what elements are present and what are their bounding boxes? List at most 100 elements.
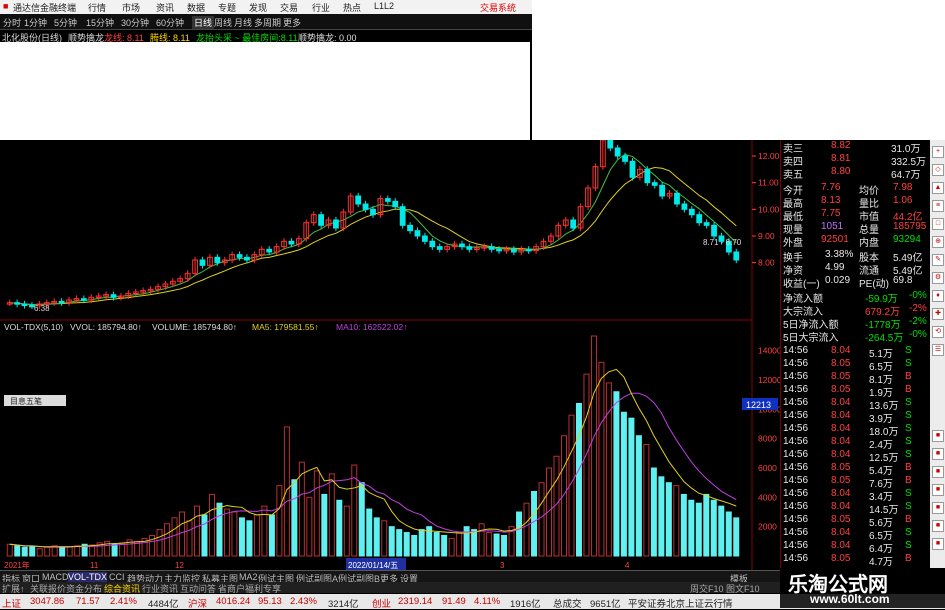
- side-tool-icon-7[interactable]: ✎: [932, 254, 944, 266]
- tick-side: S: [905, 501, 912, 512]
- flow-row: 5日大宗流入 -264.5万 -0%: [781, 329, 931, 344]
- candle-body: [614, 147, 621, 157]
- menu-item-discover[interactable]: 发现: [249, 1, 267, 14]
- menu-item-trade[interactable]: 交易: [280, 1, 298, 14]
- candle-body: [436, 246, 443, 250]
- tick-side: S: [905, 436, 912, 447]
- index-cy-amount: 1916亿: [510, 599, 541, 610]
- trade-login-link[interactable]: 交易系统: [480, 1, 516, 14]
- candle-body: [459, 243, 465, 248]
- menu-item-industry[interactable]: 行业: [312, 1, 330, 14]
- tab-cci[interactable]: CCI: [109, 572, 125, 582]
- menu-item-topics[interactable]: 专题: [218, 1, 236, 14]
- period-tab-60min[interactable]: 60分钟: [156, 16, 184, 29]
- tick-row: 14:56 8.04 6.5万 S: [781, 527, 931, 542]
- blank-region-left: [0, 42, 530, 140]
- side-tool-icon-1[interactable]: +: [932, 146, 944, 158]
- volume-bar: [358, 482, 365, 557]
- menu-item-news[interactable]: 资讯: [156, 1, 174, 14]
- volume-value: VOLUME: 185794.80↑: [152, 322, 237, 332]
- side-tab-icon-6[interactable]: ■: [932, 520, 944, 532]
- volume-bar: [111, 543, 118, 557]
- candle-body: [510, 248, 517, 253]
- candle-body: [711, 224, 717, 237]
- period-tab-1min[interactable]: 1分钟: [24, 16, 47, 29]
- tick-row: 14:56 8.05 5.4万 B: [781, 462, 931, 477]
- period-tab-daily[interactable]: 日线: [192, 16, 215, 29]
- period-tab-weekly[interactable]: 周线: [214, 16, 232, 29]
- tick-price: 8.05: [831, 553, 851, 564]
- menu-item-hot[interactable]: 热点: [343, 1, 361, 14]
- volume-bar: [336, 499, 343, 557]
- index-hs-name[interactable]: 沪深: [188, 596, 207, 610]
- tick-row: 14:56 8.04 2.4万 S: [781, 436, 931, 451]
- volume-bar: [268, 514, 275, 557]
- side-tool-icon-9[interactable]: ♦: [932, 290, 944, 302]
- period-tab-more[interactable]: 更多: [283, 16, 301, 29]
- date-cursor-label: 2022/01/14/五: [348, 561, 398, 570]
- side-tool-icon-8[interactable]: ⚙: [932, 272, 944, 284]
- side-tool-icon-4[interactable]: ≡: [932, 200, 944, 212]
- tick-price: 8.05: [831, 514, 851, 525]
- stat-row: 净资 4.99 流通 5.49亿: [781, 262, 931, 277]
- side-tab-icon-1[interactable]: ■: [932, 430, 944, 442]
- server-name[interactable]: 平安证券北京上证云行情: [628, 596, 733, 610]
- period-tab-monthly[interactable]: 月线: [234, 16, 252, 29]
- flow-label: 5日大宗流入: [783, 333, 839, 344]
- volume-bar: [635, 435, 642, 557]
- candle-body: [407, 224, 413, 232]
- ask-volume: 64.7万: [891, 170, 921, 181]
- menu-item-market[interactable]: 市场: [122, 1, 140, 14]
- candle-body: [362, 203, 369, 210]
- side-tool-icon-11[interactable]: ⟲: [932, 326, 944, 338]
- side-tool-icon-6[interactable]: ⊕: [932, 236, 944, 248]
- candle-body: [266, 248, 273, 253]
- side-tab-icon-4[interactable]: ■: [932, 484, 944, 496]
- stat-value: 7.75: [821, 208, 841, 219]
- stat-row: 换手 3.38% 股本 5.49亿: [781, 249, 931, 264]
- period-tab-30min[interactable]: 30分钟: [121, 16, 149, 29]
- menu-item-quotes[interactable]: 行情: [88, 1, 106, 14]
- side-tool-icon-5[interactable]: □: [932, 218, 944, 230]
- legend-tag[interactable]: 目息五笔: [10, 396, 42, 406]
- period-tab-5min[interactable]: 5分钟: [54, 16, 77, 29]
- stat-value: 1051: [821, 221, 844, 232]
- menu-item-data[interactable]: 数据: [187, 1, 205, 14]
- volume-bar: [620, 411, 627, 557]
- tick-volume: 4.7万: [869, 557, 893, 568]
- tick-side: S: [905, 540, 912, 551]
- side-tab-icon-7[interactable]: ■: [932, 538, 944, 550]
- tab-vol-tdx[interactable]: VOL-TDX: [68, 572, 108, 582]
- period-tab-multi[interactable]: 多周期: [254, 16, 281, 29]
- kline-chart[interactable]: 12.0011.0010.009.008.00 1400012000100008…: [0, 140, 780, 570]
- flow-row: 大宗流入 679.2万 -2%: [781, 303, 931, 318]
- side-tool-icon-12[interactable]: ☰: [932, 344, 944, 356]
- side-tab-icon-3[interactable]: ■: [932, 466, 944, 478]
- tab-ma2[interactable]: MA2: [239, 572, 258, 582]
- menu-item-l1l2[interactable]: L1L2: [374, 1, 394, 11]
- side-tool-icon-10[interactable]: ✚: [932, 308, 944, 320]
- period-tab-15min[interactable]: 15分钟: [86, 16, 114, 29]
- volume-bar: [680, 493, 687, 557]
- tab-macd[interactable]: MACD: [42, 572, 69, 582]
- volume-bar: [396, 529, 403, 557]
- axis-date-3: 3: [500, 561, 505, 570]
- side-tab-icon-5[interactable]: ■: [932, 502, 944, 514]
- side-tool-icon-2[interactable]: ◇: [932, 164, 944, 176]
- axis-date-1: 11: [90, 561, 99, 570]
- volume-cursor-value: 12213: [746, 400, 771, 410]
- volume-bar: [366, 508, 373, 557]
- tick-price: 8.04: [831, 436, 851, 447]
- side-tab-icon-2[interactable]: ■: [932, 448, 944, 460]
- tick-time: 14:56: [783, 553, 809, 564]
- side-tool-icon-3[interactable]: ▲: [932, 182, 944, 194]
- stat-row: 最低 7.75 市值 44.2亿: [781, 208, 931, 223]
- index-sh-name[interactable]: 上证: [2, 596, 21, 610]
- quote-panel: 卖三 8.82 31.0万 卖四 8.81 332.5万 卖五 8.80 64.7万 今开 7.76…: [780, 140, 931, 568]
- side-toolbar: + ◇ ▲ ≡ □ ⊕ ✎ ⚙ ♦ ✚ ⟲ ☰ ■ ■ ■ ■ ■ ■ ■: [930, 140, 945, 568]
- tick-side: B: [905, 553, 912, 564]
- tick-row: 14:56 8.05 1.9万 B: [781, 384, 931, 399]
- volume-bar: [471, 529, 478, 557]
- index-cy-name[interactable]: 创业: [372, 596, 391, 610]
- period-tab-intraday[interactable]: 分时: [3, 16, 21, 29]
